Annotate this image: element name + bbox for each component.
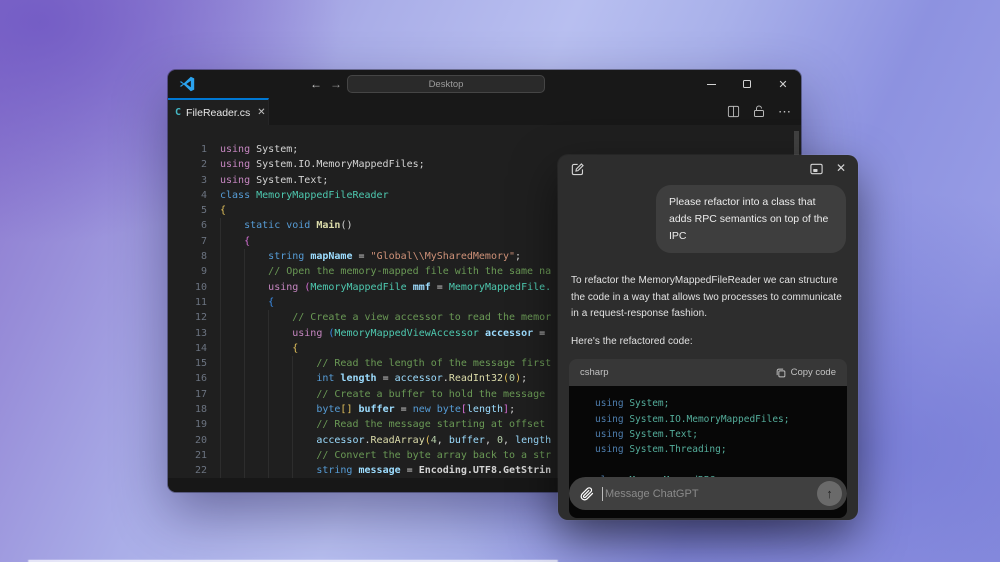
- new-chat-button[interactable]: [570, 162, 585, 177]
- line-number: 3: [200, 174, 207, 186]
- compose-icon: [571, 163, 584, 176]
- line-number: 21: [194, 449, 207, 461]
- tab-label: FileReader.cs: [186, 106, 251, 119]
- maximize-icon: [743, 80, 751, 88]
- line-number: 19: [194, 419, 207, 431]
- line-number: 13: [194, 327, 207, 339]
- copy-icon: [776, 368, 785, 377]
- line-number: 4: [200, 189, 207, 201]
- message-input[interactable]: [605, 487, 817, 500]
- line-number: 11: [194, 296, 207, 308]
- assistant-paragraph: To refactor the MemoryMappedFileReader w…: [571, 275, 842, 319]
- line-number: 22: [194, 465, 207, 477]
- user-message-bubble: Please refactor into a class that adds R…: [656, 185, 846, 254]
- send-button[interactable]: ↑: [817, 481, 842, 506]
- split-editor-button[interactable]: [727, 105, 740, 118]
- chatgpt-header: ✕: [558, 155, 858, 181]
- line-number: 12: [194, 312, 207, 324]
- code-line: using System.Threading;: [595, 444, 727, 456]
- maximize-button[interactable]: [732, 70, 762, 98]
- line-number: 16: [194, 373, 207, 385]
- chat-input-bar: ↑: [569, 477, 847, 510]
- line-number: 18: [194, 404, 207, 416]
- attach-button[interactable]: [580, 486, 594, 501]
- line-number: 10: [194, 281, 207, 293]
- text-caret: [602, 486, 603, 501]
- popout-icon: [810, 163, 823, 175]
- chatgpt-panel: ✕ Please refactor into a class that adds…: [558, 155, 858, 520]
- line-number: 15: [194, 358, 207, 370]
- line-number: 7: [200, 235, 207, 247]
- csharp-file-icon: C: [175, 107, 182, 118]
- close-button[interactable]: ✕: [768, 70, 798, 98]
- copy-code-label: Copy code: [790, 367, 836, 379]
- code-line: using System.Text;: [595, 428, 698, 440]
- paperclip-icon: [580, 486, 594, 500]
- line-number: 14: [194, 342, 207, 354]
- line-number: 8: [200, 251, 207, 263]
- minimize-icon: [706, 83, 716, 85]
- tabbar-actions: ⋯: [727, 98, 792, 125]
- vscode-titlebar: ← → Desktop ✕: [168, 70, 801, 98]
- code-block-header: csharp Copy code: [569, 359, 847, 387]
- popout-button[interactable]: [809, 162, 824, 176]
- unlock-icon: [754, 105, 764, 117]
- line-number: 2: [200, 159, 207, 171]
- tab-filereader[interactable]: C FileReader.cs ✕: [168, 98, 269, 125]
- line-number: 5: [200, 205, 207, 217]
- desktop-wallpaper: ← → Desktop ✕ C FileReader.cs ✕ ⋯ 1 usin…: [0, 0, 1000, 562]
- line-number: 6: [200, 220, 207, 232]
- back-button[interactable]: ←: [310, 77, 322, 91]
- command-center-search[interactable]: Desktop: [347, 75, 545, 93]
- code-language-label: csharp: [580, 367, 609, 379]
- line-number: 20: [194, 434, 207, 446]
- copy-code-button[interactable]: Copy code: [775, 367, 836, 379]
- chat-close-button[interactable]: ✕: [836, 161, 846, 175]
- code-line: using System.IO.MemoryMappedFiles;: [595, 413, 790, 425]
- more-actions-button[interactable]: ⋯: [778, 104, 792, 120]
- line-number: 1: [200, 144, 207, 155]
- line-number: 17: [194, 388, 207, 400]
- minimize-button[interactable]: [696, 70, 726, 98]
- forward-button[interactable]: →: [330, 77, 342, 91]
- search-label: Desktop: [428, 78, 464, 90]
- line-number: 9: [200, 266, 207, 278]
- code-line: using System;: [595, 398, 670, 410]
- lock-button[interactable]: [753, 105, 765, 118]
- assistant-paragraph: Here's the refactored code:: [571, 335, 693, 347]
- split-editor-icon: [727, 105, 740, 118]
- vscode-tabbar: C FileReader.cs ✕ ⋯: [168, 98, 801, 125]
- tab-close-icon[interactable]: ✕: [257, 107, 265, 118]
- vscode-logo-icon: [179, 76, 195, 92]
